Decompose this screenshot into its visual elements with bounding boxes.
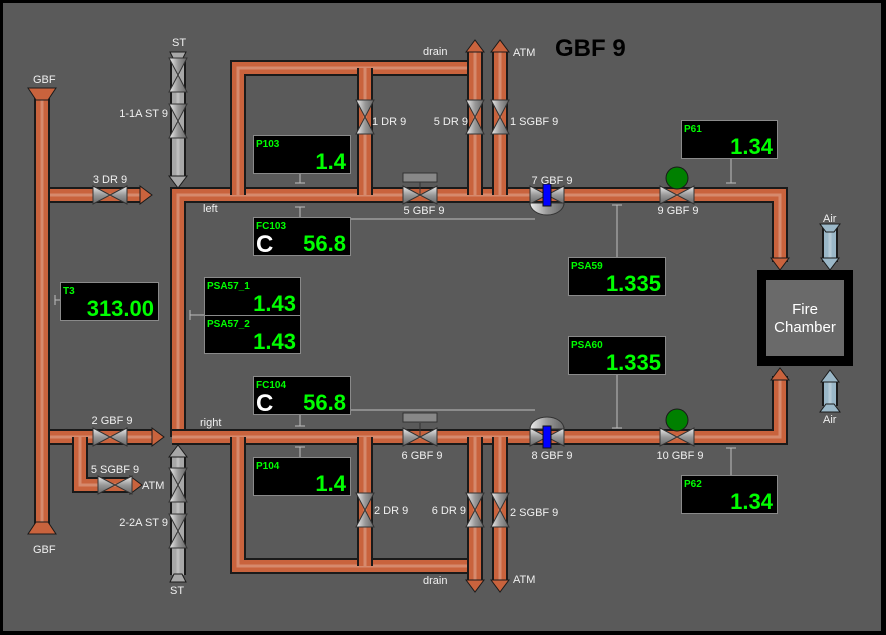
gbf-inlet-funnel bbox=[27, 87, 57, 101]
fire-chamber-label: Fire bbox=[792, 301, 818, 318]
flow-arrow-icon bbox=[490, 39, 510, 53]
valve-status-icon bbox=[665, 408, 689, 432]
display-p62[interactable]: P62 1.34 bbox=[681, 475, 778, 515]
valve-label: 9 GBF 9 bbox=[658, 205, 699, 217]
display-psa57_1[interactable]: PSA57_11.43 bbox=[204, 277, 301, 317]
valve-label: 10 GBF 9 bbox=[656, 450, 703, 462]
display-psa60[interactable]: PSA601.335 bbox=[568, 336, 666, 376]
display-p103[interactable]: P103 1.4 bbox=[253, 135, 351, 175]
atm-label: ATM bbox=[513, 574, 535, 586]
flow-arrow-icon bbox=[820, 369, 840, 383]
valve-label: 1 SGBF 9 bbox=[510, 116, 558, 128]
flow-arrow-icon bbox=[820, 257, 840, 271]
display-value: 313.00 bbox=[87, 296, 154, 321]
control-mode: C bbox=[256, 390, 273, 417]
display-value: 1.4 bbox=[315, 149, 346, 174]
display-tag: P61 bbox=[684, 124, 702, 135]
display-value: 1.335 bbox=[606, 350, 661, 375]
process-canvas: 3 DR 9 2 GBF 9 5 SGBF 9 1-1A ST 9 2-2A ST 9 1… bbox=[3, 3, 881, 631]
display-value: 1.43 bbox=[253, 291, 296, 316]
positioner-icon bbox=[542, 183, 552, 207]
drain-label: drain bbox=[423, 46, 447, 58]
valve-label: 3 DR 9 bbox=[93, 174, 127, 186]
display-psa59[interactable]: PSA591.335 bbox=[568, 257, 666, 297]
valve-label: 1 DR 9 bbox=[372, 116, 406, 128]
page-title: GBF 9 bbox=[555, 35, 626, 62]
right-label: right bbox=[200, 417, 221, 429]
valve-label: 8 GBF 9 bbox=[532, 450, 573, 462]
control-mode: C bbox=[256, 231, 273, 258]
display-fc103[interactable]: FC10356.8C bbox=[253, 217, 351, 259]
actuator-icon bbox=[402, 172, 438, 183]
valve-label: 6 GBF 9 bbox=[402, 450, 443, 462]
valve-status-icon bbox=[665, 166, 689, 190]
flow-arrow-icon bbox=[490, 579, 510, 593]
display-value: 56.8 bbox=[303, 231, 346, 256]
valve-label: 1-1A ST 9 bbox=[119, 108, 168, 120]
upper-drain-pipe bbox=[230, 60, 475, 195]
flow-arrow-icon bbox=[770, 257, 790, 271]
valve-label: 2-2A ST 9 bbox=[119, 517, 168, 529]
positioner-icon bbox=[542, 425, 552, 449]
display-tag: PSA57_2 bbox=[207, 319, 250, 330]
display-value: 56.8 bbox=[303, 390, 346, 415]
display-value: 1.34 bbox=[730, 134, 774, 159]
gbf-label: GBF bbox=[33, 74, 56, 86]
display-p104[interactable]: P104 1.4 bbox=[253, 457, 351, 497]
display-tag: PSA60 bbox=[571, 340, 603, 351]
fire-chamber-label: Chamber bbox=[774, 319, 836, 336]
st-label: ST bbox=[170, 585, 184, 597]
flow-arrow-icon bbox=[151, 427, 165, 447]
display-tag: PSA57_1 bbox=[207, 281, 250, 292]
air-label: Air bbox=[823, 213, 837, 225]
display-p61[interactable]: P61 1.34 bbox=[681, 120, 778, 160]
valve-label: 2 GBF 9 bbox=[92, 415, 133, 427]
atm-label: ATM bbox=[142, 480, 164, 492]
display-tag: P62 bbox=[684, 479, 702, 490]
atm-label: ATM bbox=[513, 47, 535, 59]
display-fc104[interactable]: FC10456.8C bbox=[253, 376, 351, 418]
display-t3[interactable]: T3 313.00 bbox=[60, 282, 159, 322]
valve-label: 6 DR 9 bbox=[432, 505, 466, 517]
flow-arrow-icon bbox=[465, 39, 485, 53]
flow-arrow-icon bbox=[168, 444, 188, 458]
left-label: left bbox=[203, 203, 218, 215]
process-diagram: 3 DR 9 2 GBF 9 5 SGBF 9 1-1A ST 9 2-2A ST 9 1… bbox=[27, 35, 853, 597]
flow-arrow-icon bbox=[168, 175, 188, 189]
flow-arrow-icon bbox=[139, 185, 153, 205]
valve-label: 5 GBF 9 bbox=[404, 205, 445, 217]
display-value: 1.335 bbox=[606, 271, 661, 296]
valve[interactable]: 6 GBF 9 bbox=[402, 412, 443, 462]
drain-label: drain bbox=[423, 575, 447, 587]
valve-label: 2 SGBF 9 bbox=[510, 507, 558, 519]
gbf-label: GBF bbox=[33, 544, 56, 556]
display-psa57_2[interactable]: PSA57_21.43 bbox=[204, 315, 301, 355]
hmi-screen: 3 DR 9 2 GBF 9 5 SGBF 9 1-1A ST 9 2-2A ST 9 1… bbox=[0, 0, 886, 635]
display-value: 1.4 bbox=[315, 471, 346, 496]
valve-label: 5 DR 9 bbox=[434, 116, 468, 128]
valve-label: 7 GBF 9 bbox=[532, 175, 573, 187]
display-tag: T3 bbox=[63, 286, 75, 297]
valve-label: 5 SGBF 9 bbox=[91, 464, 139, 476]
display-tag: P103 bbox=[256, 139, 280, 150]
st-label: ST bbox=[172, 37, 186, 49]
gbf-outlet-funnel bbox=[27, 521, 57, 535]
actuator-icon bbox=[402, 412, 438, 423]
display-tag: PSA59 bbox=[571, 261, 603, 272]
flow-arrow-icon bbox=[770, 367, 790, 381]
fire-chamber[interactable]: Fire Chamber bbox=[757, 270, 853, 366]
display-value: 1.43 bbox=[253, 329, 296, 354]
display-value: 1.34 bbox=[730, 489, 774, 514]
flow-arrow-icon bbox=[465, 579, 485, 593]
air-label: Air bbox=[823, 414, 837, 426]
display-tag: P104 bbox=[256, 461, 280, 472]
valve-label: 2 DR 9 bbox=[374, 505, 408, 517]
